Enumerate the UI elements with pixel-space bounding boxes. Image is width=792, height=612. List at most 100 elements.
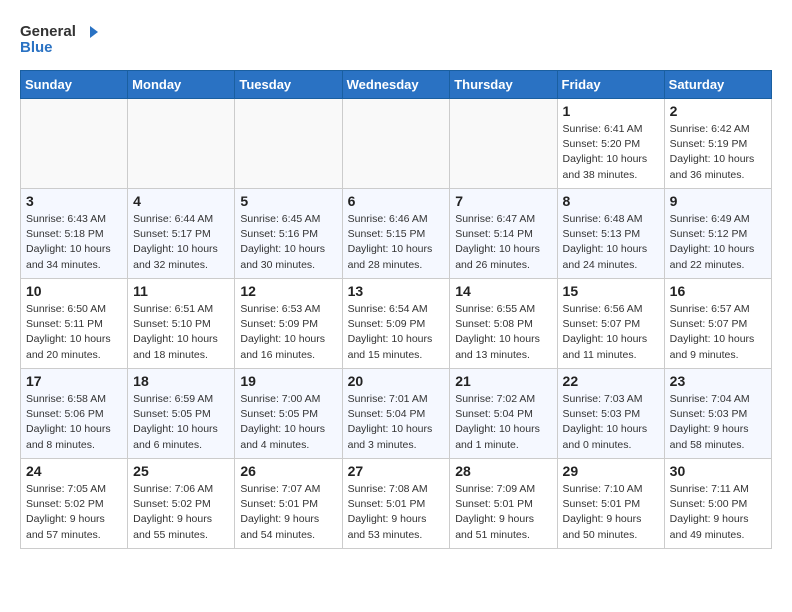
logo: GeneralBlue: [20, 20, 100, 60]
day-cell: 16 Sunrise: 6:57 AMSunset: 5:07 PMDayligh…: [664, 279, 771, 369]
day-number: 19: [240, 373, 336, 389]
day-info: Sunrise: 7:11 AMSunset: 5:00 PMDaylight:…: [670, 482, 766, 543]
day-cell: 8 Sunrise: 6:48 AMSunset: 5:13 PMDaylight…: [557, 189, 664, 279]
day-cell: 12 Sunrise: 6:53 AMSunset: 5:09 PMDayligh…: [235, 279, 342, 369]
week-row-2: 3Sunrise: 6:43 AMSunset: 5:18 PMDaylight…: [21, 189, 772, 279]
col-header-friday: Friday: [557, 71, 664, 99]
day-number: 15: [563, 283, 659, 299]
day-info: Sunrise: 7:00 AMSunset: 5:05 PMDaylight:…: [240, 392, 336, 453]
day-number: 18: [133, 373, 229, 389]
day-number: 12: [240, 283, 336, 299]
day-number: 5: [240, 193, 336, 209]
day-number: 16: [670, 283, 766, 299]
day-cell: 17 Sunrise: 6:58 AMSunset: 5:06 PMDayligh…: [21, 369, 128, 459]
day-cell: 23 Sunrise: 7:04 AMSunset: 5:03 PMDayligh…: [664, 369, 771, 459]
day-cell: 18 Sunrise: 6:59 AMSunset: 5:05 PMDayligh…: [128, 369, 235, 459]
day-info: Sunrise: 7:03 AMSunset: 5:03 PMDaylight:…: [563, 392, 659, 453]
day-number: 4: [133, 193, 229, 209]
week-row-4: 17 Sunrise: 6:58 AMSunset: 5:06 PMDayligh…: [21, 369, 772, 459]
day-number: 14: [455, 283, 551, 299]
day-number: 11: [133, 283, 229, 299]
day-cell: 21 Sunrise: 7:02 AMSunset: 5:04 PMDayligh…: [450, 369, 557, 459]
day-cell: 29 Sunrise: 7:10 AMSunset: 5:01 PMDayligh…: [557, 459, 664, 549]
week-row-3: 10 Sunrise: 6:50 AMSunset: 5:11 PMDayligh…: [21, 279, 772, 369]
svg-text:Blue: Blue: [20, 39, 53, 56]
day-info: Sunrise: 6:50 AMSunset: 5:11 PMDaylight:…: [26, 302, 122, 363]
day-number: 8: [563, 193, 659, 209]
day-cell: 28Sunrise: 7:09 AMSunset: 5:01 PMDayligh…: [450, 459, 557, 549]
day-cell: [128, 99, 235, 189]
day-cell: 6 Sunrise: 6:46 AMSunset: 5:15 PMDaylight…: [342, 189, 450, 279]
week-row-1: 1 Sunrise: 6:41 AMSunset: 5:20 PMDaylight…: [21, 99, 772, 189]
day-info: Sunrise: 6:57 AMSunset: 5:07 PMDaylight:…: [670, 302, 766, 363]
day-number: 2: [670, 103, 766, 119]
day-number: 30: [670, 463, 766, 479]
day-cell: 14 Sunrise: 6:55 AMSunset: 5:08 PMDayligh…: [450, 279, 557, 369]
day-cell: 4 Sunrise: 6:44 AMSunset: 5:17 PMDaylight…: [128, 189, 235, 279]
day-info: Sunrise: 6:48 AMSunset: 5:13 PMDaylight:…: [563, 212, 659, 273]
day-info: Sunrise: 7:10 AMSunset: 5:01 PMDaylight:…: [563, 482, 659, 543]
day-number: 9: [670, 193, 766, 209]
day-cell: 30 Sunrise: 7:11 AMSunset: 5:00 PMDayligh…: [664, 459, 771, 549]
day-cell: 9 Sunrise: 6:49 AMSunset: 5:12 PMDaylight…: [664, 189, 771, 279]
day-cell: [21, 99, 128, 189]
day-info: Sunrise: 6:45 AMSunset: 5:16 PMDaylight:…: [240, 212, 336, 273]
day-info: Sunrise: 6:47 AMSunset: 5:14 PMDaylight:…: [455, 212, 551, 273]
day-info: Sunrise: 7:02 AMSunset: 5:04 PMDaylight:…: [455, 392, 551, 453]
svg-text:General: General: [20, 23, 76, 40]
day-info: Sunrise: 6:49 AMSunset: 5:12 PMDaylight:…: [670, 212, 766, 273]
day-cell: 10 Sunrise: 6:50 AMSunset: 5:11 PMDayligh…: [21, 279, 128, 369]
day-cell: 2 Sunrise: 6:42 AMSunset: 5:19 PMDaylight…: [664, 99, 771, 189]
day-number: 26: [240, 463, 336, 479]
day-cell: 5 Sunrise: 6:45 AMSunset: 5:16 PMDaylight…: [235, 189, 342, 279]
logo-svg: GeneralBlue: [20, 20, 100, 60]
day-cell: 22 Sunrise: 7:03 AMSunset: 5:03 PMDayligh…: [557, 369, 664, 459]
day-number: 13: [348, 283, 445, 299]
header: GeneralBlue: [20, 20, 772, 60]
day-number: 10: [26, 283, 122, 299]
day-number: 29: [563, 463, 659, 479]
day-number: 22: [563, 373, 659, 389]
day-info: Sunrise: 6:53 AMSunset: 5:09 PMDaylight:…: [240, 302, 336, 363]
day-info: Sunrise: 6:59 AMSunset: 5:05 PMDaylight:…: [133, 392, 229, 453]
day-cell: 3Sunrise: 6:43 AMSunset: 5:18 PMDaylight…: [21, 189, 128, 279]
day-cell: 15Sunrise: 6:56 AMSunset: 5:07 PMDayligh…: [557, 279, 664, 369]
day-cell: [450, 99, 557, 189]
day-cell: 26 Sunrise: 7:07 AMSunset: 5:01 PMDayligh…: [235, 459, 342, 549]
day-info: Sunrise: 6:55 AMSunset: 5:08 PMDaylight:…: [455, 302, 551, 363]
day-info: Sunrise: 6:58 AMSunset: 5:06 PMDaylight:…: [26, 392, 122, 453]
day-info: Sunrise: 7:04 AMSunset: 5:03 PMDaylight:…: [670, 392, 766, 453]
col-header-saturday: Saturday: [664, 71, 771, 99]
col-header-monday: Monday: [128, 71, 235, 99]
day-info: Sunrise: 7:08 AMSunset: 5:01 PMDaylight:…: [348, 482, 445, 543]
calendar-table: SundayMondayTuesdayWednesdayThursdayFrid…: [20, 70, 772, 549]
day-info: Sunrise: 6:44 AMSunset: 5:17 PMDaylight:…: [133, 212, 229, 273]
day-info: Sunrise: 6:42 AMSunset: 5:19 PMDaylight:…: [670, 122, 766, 183]
col-header-wednesday: Wednesday: [342, 71, 450, 99]
day-cell: 20 Sunrise: 7:01 AMSunset: 5:04 PMDayligh…: [342, 369, 450, 459]
day-number: 24: [26, 463, 122, 479]
col-header-sunday: Sunday: [21, 71, 128, 99]
day-number: 20: [348, 373, 445, 389]
col-header-thursday: Thursday: [450, 71, 557, 99]
col-header-tuesday: Tuesday: [235, 71, 342, 99]
day-info: Sunrise: 6:54 AMSunset: 5:09 PMDaylight:…: [348, 302, 445, 363]
day-cell: 24Sunrise: 7:05 AMSunset: 5:02 PMDayligh…: [21, 459, 128, 549]
day-number: 28: [455, 463, 551, 479]
day-info: Sunrise: 6:41 AMSunset: 5:20 PMDaylight:…: [563, 122, 659, 183]
day-info: Sunrise: 6:51 AMSunset: 5:10 PMDaylight:…: [133, 302, 229, 363]
day-cell: [235, 99, 342, 189]
day-number: 17: [26, 373, 122, 389]
day-number: 1: [563, 103, 659, 119]
day-cell: 11 Sunrise: 6:51 AMSunset: 5:10 PMDayligh…: [128, 279, 235, 369]
day-info: Sunrise: 7:01 AMSunset: 5:04 PMDaylight:…: [348, 392, 445, 453]
day-number: 6: [348, 193, 445, 209]
day-number: 23: [670, 373, 766, 389]
week-row-5: 24Sunrise: 7:05 AMSunset: 5:02 PMDayligh…: [21, 459, 772, 549]
day-info: Sunrise: 7:07 AMSunset: 5:01 PMDaylight:…: [240, 482, 336, 543]
day-cell: 19 Sunrise: 7:00 AMSunset: 5:05 PMDayligh…: [235, 369, 342, 459]
day-number: 21: [455, 373, 551, 389]
day-number: 3: [26, 193, 122, 209]
day-info: Sunrise: 6:46 AMSunset: 5:15 PMDaylight:…: [348, 212, 445, 273]
day-cell: 1 Sunrise: 6:41 AMSunset: 5:20 PMDaylight…: [557, 99, 664, 189]
